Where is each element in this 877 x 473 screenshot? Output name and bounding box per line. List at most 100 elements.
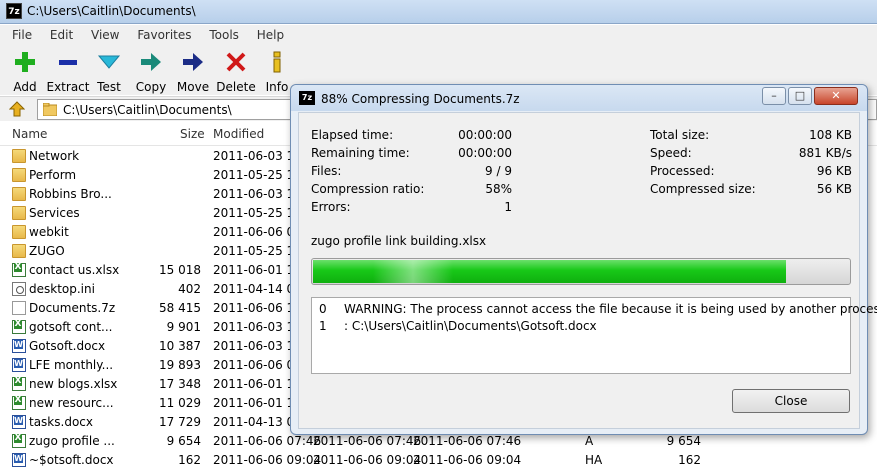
compressed-size-value: 56 KB xyxy=(816,182,852,196)
folder-icon xyxy=(12,244,26,258)
file-size: 9 901 xyxy=(166,320,201,334)
file-name: Perform xyxy=(29,168,77,182)
file-name: ~$otsoft.docx xyxy=(29,453,114,467)
add-button[interactable]: Add xyxy=(1,50,49,94)
xlsx-file-icon xyxy=(12,396,26,410)
message-number: 0 xyxy=(319,302,327,316)
check-down-icon xyxy=(97,50,121,74)
menu-view[interactable]: View xyxy=(91,25,119,45)
file-packed: 9 654 xyxy=(666,434,701,448)
move-button[interactable]: Move xyxy=(169,50,217,94)
file-size: 17 348 xyxy=(159,377,201,391)
progress-bar-fill xyxy=(313,260,786,283)
add-label: Add xyxy=(13,80,37,94)
column-name[interactable]: Name xyxy=(12,127,47,141)
elapsed-time-label: Elapsed time: xyxy=(311,128,394,142)
file-name: webkit xyxy=(29,225,69,239)
minus-icon xyxy=(56,50,80,74)
processed-label: Processed: xyxy=(650,164,715,178)
docx-file-icon xyxy=(12,453,26,467)
docx-file-icon xyxy=(12,415,26,429)
compress-progress-dialog: 7z 88% Compressing Documents.7z – □ ✕ El… xyxy=(290,84,877,435)
main-title-bar: 7z C:\Users\Caitlin\Documents\ xyxy=(0,0,877,24)
menu-help[interactable]: Help xyxy=(257,25,284,45)
copy-label: Copy xyxy=(135,80,167,94)
z7-file-icon xyxy=(12,301,26,315)
path-text: C:\Users\Caitlin\Documents\ xyxy=(63,103,232,117)
column-size[interactable]: Size xyxy=(180,127,205,141)
xlsx-file-icon xyxy=(12,320,26,334)
maximize-button[interactable]: □ xyxy=(788,87,812,105)
compression-ratio-label: Compression ratio: xyxy=(311,182,425,196)
remaining-time-label: Remaining time: xyxy=(311,146,410,160)
folder-icon xyxy=(12,168,26,182)
file-name: Services xyxy=(29,206,80,220)
progress-bar xyxy=(311,258,851,285)
menu-tools[interactable]: Tools xyxy=(209,25,239,45)
file-attr: HA xyxy=(585,453,603,467)
test-label: Test xyxy=(97,80,121,94)
elapsed-time-value: 00:00:00 xyxy=(458,128,512,142)
file-name: new blogs.xlsx xyxy=(29,377,118,391)
docx-file-icon xyxy=(12,358,26,372)
column-modified[interactable]: Modified xyxy=(213,127,264,141)
compression-ratio-value: 58% xyxy=(485,182,512,196)
menu-favorites[interactable]: Favorites xyxy=(137,25,191,45)
file-name: LFE monthly... xyxy=(29,358,114,372)
total-size-value: 108 KB xyxy=(809,128,852,142)
file-name: ZUGO xyxy=(29,244,65,258)
7zip-app-icon: 7z xyxy=(6,3,22,19)
file-accessed: 2011-06-06 07:46 xyxy=(413,434,522,448)
copy-arrow-icon xyxy=(139,50,163,74)
close-window-button[interactable]: ✕ xyxy=(814,87,858,105)
xlsx-file-icon xyxy=(12,377,26,391)
current-file-name: zugo profile link building.xlsx xyxy=(311,234,487,248)
folder-icon xyxy=(12,225,26,239)
delete-x-icon xyxy=(224,50,248,74)
move-arrow-icon xyxy=(181,50,205,74)
copy-button[interactable]: Copy xyxy=(127,50,175,94)
file-name: desktop.ini xyxy=(29,282,95,296)
compressed-size-label: Compressed size: xyxy=(650,182,756,196)
folder-icon xyxy=(12,206,26,220)
menu-bar: File Edit View Favorites Tools Help xyxy=(0,25,877,45)
folder-icon xyxy=(12,149,26,163)
file-size: 402 xyxy=(178,282,201,296)
file-size: 19 893 xyxy=(159,358,201,372)
dialog-body: Elapsed time: 00:00:00 Remaining time: 0… xyxy=(298,112,877,429)
message-text: WARNING: The process cannot access the f… xyxy=(344,302,877,316)
file-modified: 2011-06-06 07:46 xyxy=(213,434,322,448)
docx-file-icon xyxy=(12,339,26,353)
files-value: 9 / 9 xyxy=(485,164,512,178)
close-button[interactable]: Close xyxy=(732,389,850,413)
file-name: Documents.7z xyxy=(29,301,116,315)
errors-value: 1 xyxy=(504,200,512,214)
minimize-button[interactable]: – xyxy=(762,87,786,105)
files-label: Files: xyxy=(311,164,342,178)
up-folder-icon[interactable] xyxy=(8,101,26,117)
menu-file[interactable]: File xyxy=(12,25,32,45)
file-name: zugo profile ... xyxy=(29,434,115,448)
file-accessed: 2011-06-06 09:04 xyxy=(413,453,522,467)
xlsx-file-icon xyxy=(12,263,26,277)
file-packed: 162 xyxy=(678,453,701,467)
message-list[interactable]: 0 WARNING: The process cannot access the… xyxy=(311,297,877,374)
file-name: tasks.docx xyxy=(29,415,93,429)
dialog-title: 88% Compressing Documents.7z xyxy=(321,92,520,106)
dialog-title-bar: 7z 88% Compressing Documents.7z – □ ✕ xyxy=(291,85,867,111)
file-name: Gotsoft.docx xyxy=(29,339,106,353)
total-size-label: Total size: xyxy=(650,128,710,142)
file-name: contact us.xlsx xyxy=(29,263,120,277)
file-size: 11 029 xyxy=(159,396,201,410)
test-button[interactable]: Test xyxy=(85,50,133,94)
file-size: 9 654 xyxy=(166,434,201,448)
window-title: C:\Users\Caitlin\Documents\ xyxy=(27,4,196,18)
menu-edit[interactable]: Edit xyxy=(50,25,73,45)
file-row[interactable]: ~$otsoft.docx1622011-06-06 09:042011-06-… xyxy=(0,451,877,470)
xlsx-file-icon xyxy=(12,434,26,448)
file-size: 10 387 xyxy=(159,339,201,353)
file-size: 17 729 xyxy=(159,415,201,429)
file-name: Network xyxy=(29,149,80,163)
7zip-dialog-icon: 7z xyxy=(299,91,315,105)
folder-icon xyxy=(42,102,58,117)
